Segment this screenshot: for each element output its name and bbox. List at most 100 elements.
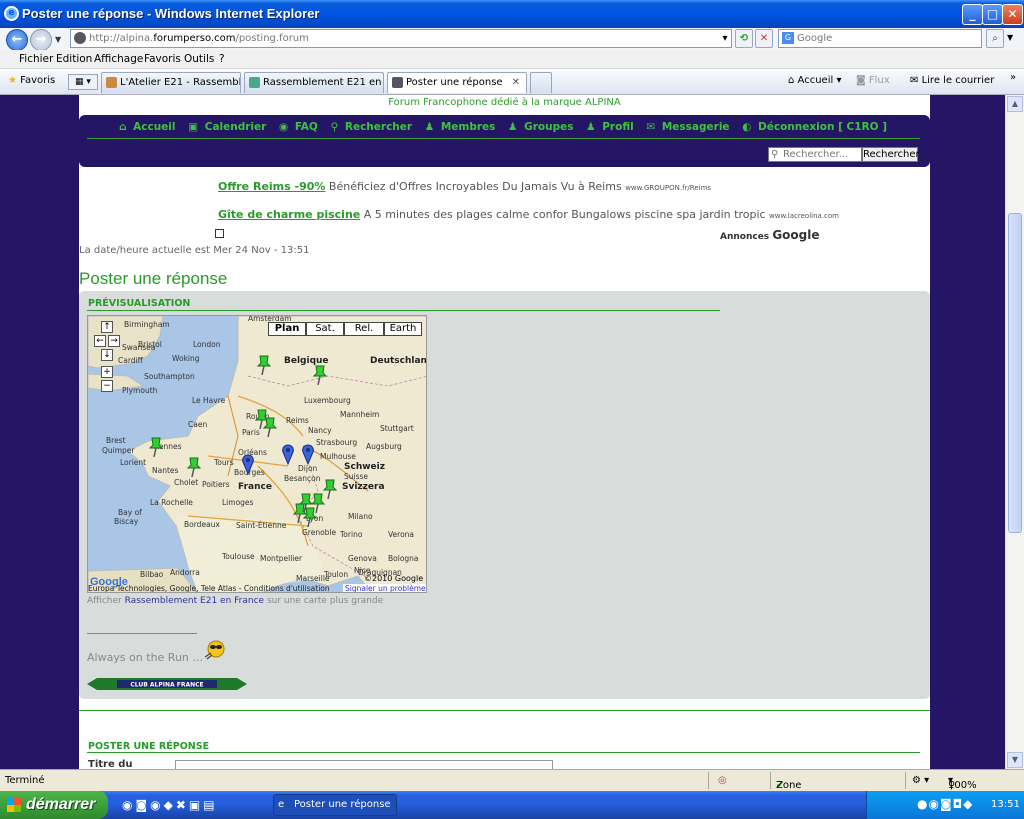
taskbar-window-button[interactable]: ePoster une réponse - ... bbox=[273, 794, 397, 816]
scroll-up-icon[interactable]: ▲ bbox=[1007, 96, 1023, 112]
nav-membres[interactable]: ♟ Membres bbox=[425, 121, 499, 133]
map-city-label: Mannheim bbox=[340, 410, 380, 419]
status-separator bbox=[905, 772, 906, 789]
map-city-label: Nancy bbox=[308, 426, 332, 435]
minimize-button[interactable]: _ bbox=[962, 4, 983, 25]
page-viewport: Forum Francophone dédié à la marque ALPI… bbox=[0, 95, 1005, 769]
svg-text:CLUB ALPINA FRANCE: CLUB ALPINA FRANCE bbox=[130, 682, 203, 689]
nav-accueil[interactable]: ⌂ Accueil bbox=[119, 121, 179, 133]
map-city-label: Saint-Étienne bbox=[236, 521, 287, 530]
green-pushpin-icon[interactable] bbox=[262, 416, 278, 438]
window-title-bar[interactable]: e Poster une réponse - Windows Internet … bbox=[0, 0, 1024, 28]
menu-fichier[interactable]: Fichier bbox=[19, 53, 53, 65]
map-city-label: Tours bbox=[214, 458, 234, 467]
forum-search-button[interactable]: Rechercher bbox=[862, 147, 920, 162]
quick-tabs-button[interactable]: ▦ ▾ bbox=[68, 74, 98, 90]
header-divider bbox=[87, 138, 920, 139]
quick-launch[interactable]: ◉◙◉◆✖▣▤ bbox=[122, 798, 218, 812]
map-city-label: Toulon bbox=[324, 570, 349, 579]
address-dropdown-icon[interactable]: ▾ bbox=[716, 30, 734, 47]
protected-mode-icon[interactable]: ⚙ ▾ bbox=[912, 775, 929, 786]
larger-map-link[interactable]: Rassemblement E21 en France bbox=[125, 596, 264, 606]
favorites-button[interactable]: ★ Favoris bbox=[8, 75, 55, 86]
address-bar[interactable]: http://alpina.forumperso.com/posting.for… bbox=[70, 29, 732, 48]
map-type-sat[interactable]: Sat. bbox=[306, 322, 344, 336]
system-tray: ●◉◙◘◆ 13:51 bbox=[866, 791, 1024, 819]
subject-input[interactable] bbox=[175, 760, 553, 769]
vertical-scrollbar[interactable]: ▲ ▼ bbox=[1005, 95, 1024, 769]
map-type-plan[interactable]: Plan bbox=[268, 322, 306, 336]
tab-close-icon[interactable]: ✕ bbox=[512, 73, 520, 92]
ad-choice-icon[interactable] bbox=[215, 229, 224, 238]
zoom-level[interactable]: ⚲ 100% ▾ bbox=[948, 775, 977, 791]
map-city-label: Reims bbox=[286, 416, 309, 425]
green-pushpin-icon[interactable] bbox=[186, 456, 202, 478]
nav-messagerie[interactable]: ✉ Messagerie bbox=[646, 121, 732, 133]
tab-rassemblement[interactable]: Rassemblement E21 en Fran... bbox=[244, 72, 384, 93]
blue-marker-icon[interactable] bbox=[240, 454, 256, 476]
scroll-down-icon[interactable]: ▼ bbox=[1007, 752, 1023, 768]
map-type-earth[interactable]: Earth bbox=[384, 322, 422, 336]
blue-marker-icon[interactable] bbox=[300, 444, 316, 466]
privacy-icon[interactable]: ◎ bbox=[718, 775, 727, 786]
forum-search-input[interactable]: ⚲ Rechercher... bbox=[768, 147, 862, 162]
menu-edition[interactable]: Edition bbox=[56, 53, 92, 65]
green-pushpin-icon[interactable] bbox=[256, 354, 272, 376]
blue-marker-icon[interactable] bbox=[280, 444, 296, 466]
ad-line-2[interactable]: Gîte de charme piscine A 5 minutes des p… bbox=[218, 208, 839, 221]
clock[interactable]: 13:51 bbox=[991, 799, 1020, 810]
report-problem-link[interactable]: Signaler un problème bbox=[343, 584, 426, 592]
pan-down-icon[interactable]: ↓ bbox=[101, 349, 113, 361]
green-pushpin-icon[interactable] bbox=[302, 506, 318, 528]
forward-button[interactable]: → bbox=[30, 29, 52, 51]
signature-divider bbox=[87, 633, 197, 634]
pan-left-icon[interactable]: ← bbox=[94, 335, 106, 347]
ad-line-1[interactable]: Offre Reims -90% Bénéficiez d'Offres Inc… bbox=[218, 180, 711, 193]
tab-poster-reponse[interactable]: Poster une réponse ✕ bbox=[387, 72, 527, 93]
nav-profil[interactable]: ♟ Profil bbox=[586, 121, 637, 133]
nav-groupes[interactable]: ♟ Groupes bbox=[508, 121, 576, 133]
back-button[interactable]: ← bbox=[6, 29, 28, 51]
search-go-icon[interactable]: ⌕ bbox=[986, 29, 1004, 48]
search-input[interactable]: G Google bbox=[778, 29, 982, 48]
pan-up-icon[interactable]: ↑ bbox=[101, 321, 113, 333]
green-pushpin-icon[interactable] bbox=[148, 436, 164, 458]
green-pushpin-icon[interactable] bbox=[312, 364, 328, 386]
map-city-label: Woking bbox=[172, 354, 200, 363]
pan-right-icon[interactable]: → bbox=[108, 335, 120, 347]
embedded-map[interactable]: Plan Sat. Rel. Earth ↑ ← → ↓ + − Birming… bbox=[87, 315, 427, 593]
nav-calendrier[interactable]: ▣ Calendrier bbox=[188, 121, 269, 133]
menu-favoris[interactable]: Favoris bbox=[144, 53, 181, 65]
feeds-button[interactable]: ◙ Flux bbox=[856, 75, 890, 86]
map-city-label: Torino bbox=[340, 530, 363, 539]
close-button[interactable]: ✕ bbox=[1002, 4, 1023, 25]
preview-divider bbox=[87, 310, 720, 311]
nav-faq[interactable]: ◉ FAQ bbox=[279, 121, 321, 133]
read-mail-button[interactable]: ✉ Lire le courrier bbox=[910, 75, 994, 86]
history-dropdown-icon[interactable]: ▼ bbox=[55, 35, 61, 44]
nav-rechercher[interactable]: ⚲ Rechercher bbox=[331, 121, 416, 133]
tray-icons[interactable]: ●◉◙◘◆ bbox=[917, 797, 973, 811]
search-icon: ⚲ bbox=[771, 149, 779, 160]
menu-affichage[interactable]: Affichage bbox=[94, 53, 143, 65]
scroll-thumb[interactable] bbox=[1008, 213, 1022, 533]
search-options-icon[interactable]: ▼ bbox=[1007, 33, 1013, 42]
toolbar-overflow-icon[interactable]: » bbox=[1010, 72, 1016, 83]
nav-deconnexion[interactable]: ◐ Déconnexion [ C1RO ] bbox=[742, 121, 890, 133]
zoom-out-icon[interactable]: − bbox=[101, 380, 113, 392]
maximize-button[interactable]: □ bbox=[982, 4, 1003, 25]
zoom-in-icon[interactable]: + bbox=[101, 366, 113, 378]
map-city-label: Andorra bbox=[170, 568, 200, 577]
menu-outils[interactable]: Outils bbox=[184, 53, 214, 65]
stop-icon[interactable]: ✕ bbox=[755, 29, 773, 48]
start-button[interactable]: démarrer bbox=[0, 791, 108, 819]
home-button[interactable]: ⌂ Accueil ▾ bbox=[788, 75, 841, 86]
refresh-icon[interactable]: ⟲ bbox=[735, 29, 753, 48]
ads-by-google[interactable]: Annonces Google bbox=[720, 228, 820, 242]
map-city-label: Cardiff bbox=[118, 356, 143, 365]
menu-help[interactable]: ? bbox=[219, 53, 225, 65]
new-tab-button[interactable] bbox=[530, 72, 552, 93]
tab-atelier[interactable]: L'Atelier E21 - Rassemblemen... bbox=[101, 72, 241, 93]
map-city-label: Nantes bbox=[152, 466, 179, 475]
map-type-rel[interactable]: Rel. bbox=[344, 322, 384, 336]
